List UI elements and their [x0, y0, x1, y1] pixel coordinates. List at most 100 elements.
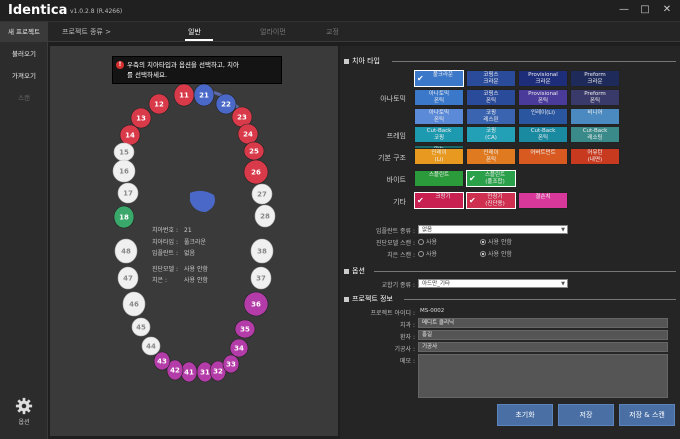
- type-button-2-2[interactable]: 어버트먼트: [518, 148, 568, 165]
- type-button-4-2[interactable]: 결손치: [518, 192, 568, 209]
- gum-scan-label: 치은 스캔 :: [387, 252, 415, 259]
- sidebar-item-new-project[interactable]: 새 프로젝트: [0, 22, 48, 42]
- type-button-0-8[interactable]: 아나토믹 폰틱: [414, 108, 464, 125]
- tooth-label-13: 13: [136, 115, 146, 123]
- type-button-text: Cut-Back: [530, 128, 556, 134]
- type-button-0-5[interactable]: 코핑스 폰틱: [466, 89, 516, 106]
- row-label-4: 기타: [393, 198, 406, 206]
- tooltip-line-2: 를 선택하세요.: [127, 71, 168, 79]
- type-button-text: 풀크라운: [432, 72, 454, 78]
- project-id-label: 프로젝트 아이디 :: [370, 310, 415, 317]
- memo-field[interactable]: [418, 354, 668, 398]
- technician-field[interactable]: 기공사: [418, 342, 668, 352]
- clinic-label: 치과 :: [400, 322, 415, 329]
- type-button-text: Preform: [584, 72, 606, 78]
- minimize-button[interactable]: —: [617, 4, 631, 15]
- type-button-0-11[interactable]: 비니어: [570, 108, 620, 125]
- sidebar: 새 프로젝트 불러오기 가져오기 스캔 옵션: [0, 22, 48, 439]
- type-button-text: Provisional: [528, 72, 558, 78]
- row-label-3: 바이트: [386, 176, 406, 184]
- reset-button[interactable]: 초기화: [497, 404, 553, 426]
- type-button-0-10[interactable]: 인레이(Li): [518, 108, 568, 125]
- gum-scan-use-radio[interactable]: 사용: [418, 249, 437, 258]
- articulator-select[interactable]: 아드만_기타 ▼: [418, 279, 568, 288]
- type-button-1-1[interactable]: 코핑 (CA): [466, 126, 516, 143]
- type-button-text: Preform: [584, 91, 606, 97]
- type-button-1-2[interactable]: Cut-Back 폰틱: [518, 126, 568, 143]
- implant-type-select[interactable]: 없음 ▼: [418, 225, 568, 234]
- type-button-0-4[interactable]: 아나토믹 폰틱: [414, 89, 464, 106]
- type-button-2-3[interactable]: 어뮤턴 (내면): [570, 148, 620, 165]
- instruction-tooltip: ! 우측의 치아타입과 옵션을 선택하고, 치아 를 선택하세요.: [112, 56, 282, 84]
- type-button-3-0[interactable]: 스플린트: [414, 170, 464, 187]
- type-button-text: 크라운: [483, 79, 499, 85]
- type-button-0-1[interactable]: 코핑스 크라운: [466, 70, 516, 87]
- type-button-text: 인레이(Li): [530, 110, 556, 116]
- tooth-label-26: 26: [251, 169, 261, 177]
- type-button-0-3[interactable]: Preform 크라운: [570, 70, 620, 87]
- type-button-text: 어뮤턴: [587, 150, 603, 156]
- diag-scan-label: 진단모델 스캔 :: [376, 240, 415, 247]
- type-button-0-7[interactable]: Preform 폰틱: [570, 89, 620, 106]
- type-button-text: 코핑: [433, 135, 445, 141]
- tooth-label-37: 37: [256, 275, 266, 283]
- tooth-label-46: 46: [129, 301, 139, 309]
- tooth-label-28: 28: [260, 213, 270, 221]
- tab-aligner[interactable]: 얼라이먼: [260, 27, 286, 37]
- title-bar: Identica v1.0.2.8 (R.4266) — □ ✕: [0, 0, 680, 22]
- close-button[interactable]: ✕: [660, 4, 674, 15]
- info-row-implant: 임플란트 : 없음: [152, 250, 196, 257]
- type-button-4-1[interactable]: ✔ 인장기 (진단용): [466, 192, 516, 209]
- tooth-label-44: 44: [146, 343, 156, 351]
- tooth-label-36: 36: [251, 301, 261, 309]
- tooth-label-48: 48: [121, 248, 131, 256]
- technician-label: 기공사 :: [394, 346, 416, 353]
- tab-general[interactable]: 일반: [188, 27, 201, 37]
- type-button-text: (Li): [434, 157, 444, 163]
- check-icon: ✔: [417, 196, 424, 205]
- app-logo: Identica: [8, 3, 68, 18]
- type-button-0-6[interactable]: Provisional 폰틱: [518, 89, 568, 106]
- type-button-text: Cut-Back: [582, 128, 608, 134]
- type-button-2-0[interactable]: 인레이 (Li): [414, 148, 464, 165]
- type-button-text: 인장기: [487, 194, 503, 200]
- selected-tooth-preview[interactable]: [190, 190, 215, 212]
- gum-scan-none-radio[interactable]: 사용 안함: [480, 249, 512, 258]
- type-button-1-0[interactable]: Cut-Back 코핑: [414, 126, 464, 143]
- settings-button[interactable]: 옵션: [0, 397, 48, 426]
- type-button-text: 폰틱: [485, 157, 497, 163]
- sidebar-item-open[interactable]: 불러오기: [0, 44, 48, 64]
- type-button-text: 인레이: [483, 150, 499, 156]
- type-button-text: 비니어: [587, 110, 603, 116]
- type-button-text: (CA): [485, 135, 497, 141]
- save-button[interactable]: 저장: [558, 404, 614, 426]
- section-project-info: 프로젝트 정보: [344, 294, 676, 306]
- maximize-button[interactable]: □: [638, 4, 652, 15]
- type-button-0-0[interactable]: ✔ 풀크라운: [414, 70, 464, 87]
- sidebar-item-scan[interactable]: 스캔: [0, 88, 48, 108]
- type-button-4-0[interactable]: ✔ 크랑기: [414, 192, 464, 209]
- section-tooth-type: 치아 타입: [344, 56, 676, 68]
- type-button-0-9[interactable]: 코핑 레스핀: [466, 108, 516, 125]
- type-button-2-1[interactable]: 인레이 폰틱: [466, 148, 516, 165]
- gear-icon: [15, 397, 33, 415]
- diag-scan-none-radio[interactable]: 사용 안함: [480, 237, 512, 246]
- save-scan-button[interactable]: 저장 & 스캔: [619, 404, 675, 426]
- check-icon: ✔: [417, 74, 424, 83]
- sidebar-item-import[interactable]: 가져오기: [0, 66, 48, 86]
- type-button-3-1[interactable]: ✔ 스플린트 (풀조합): [466, 170, 516, 187]
- breadcrumb[interactable]: 프로젝트 종류 >: [62, 27, 111, 37]
- tooth-label-11: 11: [179, 92, 189, 100]
- type-button-0-2[interactable]: Provisional 크라운: [518, 70, 568, 87]
- tooth-label-32: 32: [213, 368, 223, 376]
- type-button-text: 폰틱: [433, 98, 445, 104]
- tooth-label-24: 24: [243, 131, 253, 139]
- diag-scan-use-radio[interactable]: 사용: [418, 237, 437, 246]
- tab-ortho[interactable]: 교정: [326, 27, 339, 37]
- info-row-diag: 진단모델 : 사용 안함: [152, 265, 208, 273]
- type-button-1-3[interactable]: Cut-Back 레소팅: [570, 126, 620, 143]
- patient-field[interactable]: 홍길: [418, 330, 668, 340]
- type-button-text: 코핑스: [483, 91, 499, 97]
- clinic-field[interactable]: 메디트 클리닉: [418, 318, 668, 328]
- row-label-0: 아나토믹: [380, 95, 406, 103]
